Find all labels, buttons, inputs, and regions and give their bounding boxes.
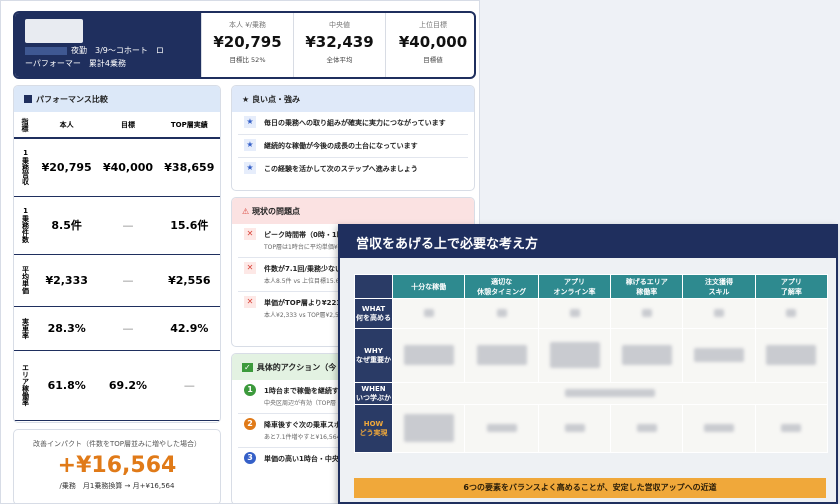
stat-top-target: 上位目標 ¥40,000 目標値 [385,13,474,77]
performance-card-header: パフォーマンス比較 [14,86,220,112]
thinking-framework-popup: 営収をあげる上で必要な考え方 十分な稼働 適切な 休憩タイミング アプリ オンラ… [338,224,838,504]
impact-value: +¥16,564 [57,453,177,478]
impact-sub: /乗務 月1乗務換算 → 月+¥16,564 [59,482,175,490]
star-icon: ★ [244,162,256,174]
framework-matrix: 十分な稼働 適切な 休憩タイミング アプリ オンライン率 稼げるエリア 稼働率 … [354,274,829,453]
driver-subtitle-line1: 夜勤 3/9〜コホート ロ [25,45,191,56]
impact-title: 改善インパクト（件数をTOP層並みに増やした場合） [32,440,201,448]
matrix-corner [354,274,393,299]
warning-icon: ⚠ [242,207,252,216]
popup-footer-banner: 6つの要素をバランスよく高めることが、安定した営収アップへの近道 [354,478,826,498]
list-item: ★ 継続的な稼働が今後の成長の土台になっています [238,135,468,158]
table-row: 1乗務営収 ¥20,795 ¥40,000 ¥38,659 [14,138,220,197]
col-top: TOP層実績 [158,112,220,139]
col-self: 本人 [36,112,98,139]
stat-self: 本人 ¥/乗務 ¥20,795 目標比 52% [201,13,293,77]
matrix-col-header: アプリ 了解率 [754,274,829,299]
matrix-row-how: HOW どう実現 [354,404,829,453]
matrix-row-what: WHAT 何を高める [354,298,829,329]
table-row: 平均単価 ¥2,333 — ¥2,556 [14,254,220,307]
popup-body: 十分な稼働 適切な 休憩タイミング アプリ オンライン率 稼げるエリア 稼働率 … [340,258,836,502]
matrix-row-when: WHEN いつ学ぶか [354,382,828,405]
star-icon: ★ [244,116,256,128]
performance-comparison-card: パフォーマンス比較 指標 本人 目標 TOP層実績 1乗務営収 ¥20,795 … [13,85,221,423]
matrix-col-header: 注文獲得 スキル [682,274,756,299]
list-item: ★ この経験を活かして次のステップへ進みましょう [238,158,468,180]
strengths-header: ★ 良い点・強み [232,86,474,112]
star-icon: ★ [244,139,256,151]
star-icon: ★ [242,95,252,104]
strengths-card: ★ 良い点・強み ★ 毎日の乗務への取り組みが確実に実力につながっています ★ 継続… [231,85,475,191]
improvement-impact-card: 改善インパクト（件数をTOP層並みに増やした場合） +¥16,564 /乗務 月… [13,429,221,503]
matrix-col-header: 稼げるエリア 稼働率 [610,274,684,299]
popup-title: 営収をあげる上で必要な考え方 [340,226,836,258]
list-item: ★ 毎日の乗務への取り組みが確実に実力につながっています [238,112,468,135]
driver-name-redacted [25,19,83,43]
matrix-row-why: WHY なぜ重要か [354,328,829,383]
chart-icon [24,95,32,103]
cross-icon: ✕ [244,262,256,274]
issues-header: ⚠ 現状の問題点 [232,198,474,224]
cross-icon: ✕ [244,296,256,308]
table-row: エリア稼働率 61.8% 69.2% — [14,350,220,421]
driver-subtitle-line2: ーパフォーマー 累計4乗務 [25,59,127,68]
col-target: 目標 [97,112,159,139]
table-row: 実車率 28.3% — 42.9% [14,306,220,351]
driver-header: 夜勤 3/9〜コホート ロ ーパフォーマー 累計4乗務 本人 ¥/乗務 ¥20,… [13,11,476,79]
stat-median: 中央値 ¥32,439 全体平均 [293,13,385,77]
table-row: 1乗務件数 8.5件 — 15.6件 [14,196,220,255]
check-icon: ✓ [242,363,253,372]
matrix-col-header: 適切な 休憩タイミング [464,274,539,299]
col-metric: 指標 [14,112,36,139]
performance-table: 指標 本人 目標 TOP層実績 1乗務営収 ¥20,795 ¥40,000 ¥3… [14,112,220,421]
matrix-col-header: アプリ オンライン率 [537,274,612,299]
cross-icon: ✕ [244,228,256,240]
matrix-col-header: 十分な稼働 [391,274,466,299]
driver-identity: 夜勤 3/9〜コホート ロ ーパフォーマー 累計4乗務 [15,13,201,77]
